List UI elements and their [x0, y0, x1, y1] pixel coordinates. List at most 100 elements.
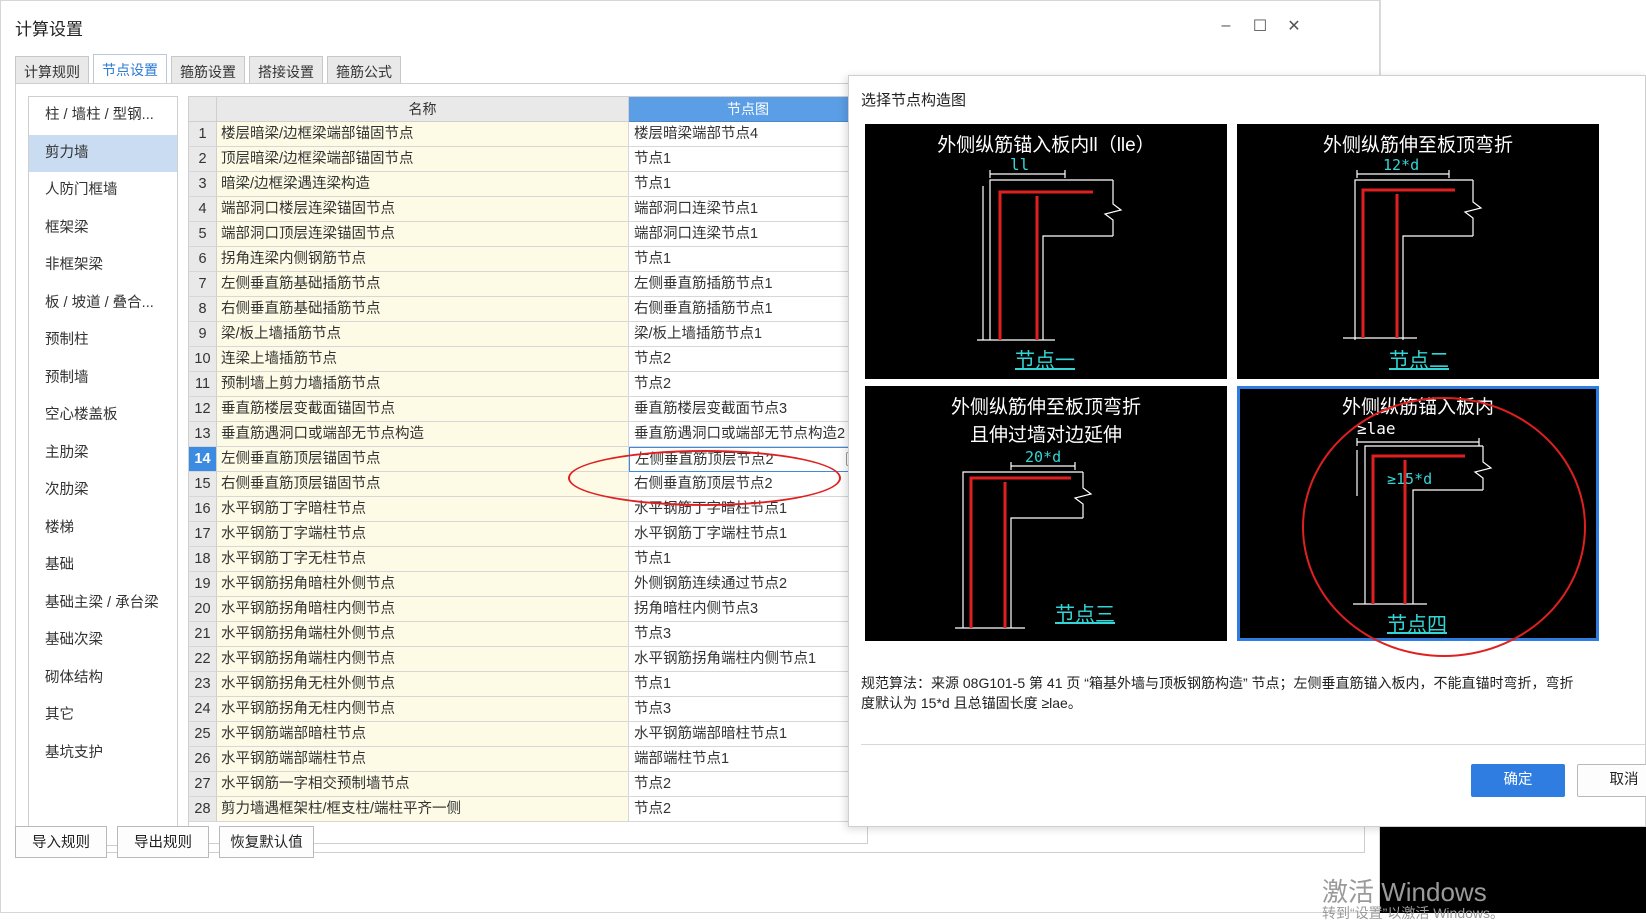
row-name-cell[interactable]: 预制墙上剪力墙插筋节点 [217, 372, 629, 397]
category-item[interactable]: 柱 / 墙柱 / 型钢... [29, 97, 177, 135]
row-number[interactable]: 28 [189, 797, 217, 822]
row-node-cell[interactable]: 垂直筋遇洞口或端部无节点构造2 [629, 422, 867, 447]
node-tile-4[interactable]: 外侧纵筋锚入板内 ≥lae ≥15*d 节点四 [1237, 386, 1599, 641]
category-item[interactable]: 基础 [29, 547, 177, 585]
row-node-cell[interactable]: 水平钢筋丁字端柱节点1 [629, 522, 867, 547]
row-name-cell[interactable]: 暗梁/边框梁遇连梁构造 [217, 172, 629, 197]
category-item[interactable]: 人防门框墙 [29, 172, 177, 210]
cancel-button[interactable]: 取消 [1577, 764, 1646, 797]
row-number[interactable]: 10 [189, 347, 217, 372]
row-number[interactable]: 6 [189, 247, 217, 272]
row-number[interactable]: 5 [189, 222, 217, 247]
category-item[interactable]: 基坑支护 [29, 735, 177, 773]
row-name-cell[interactable]: 剪力墙遇框架柱/框支柱/端柱平齐一侧 [217, 797, 629, 822]
node-tile-3[interactable]: 外侧纵筋伸至板顶弯折 且伸过墙对边延伸 20*d 节点三 [865, 386, 1227, 641]
table-row[interactable]: 27 水平钢筋一字相交预制墙节点 节点2 [189, 772, 867, 797]
row-name-cell[interactable]: 水平钢筋丁字暗柱节点 [217, 497, 629, 522]
row-name-cell[interactable]: 水平钢筋拐角暗柱外侧节点 [217, 572, 629, 597]
row-name-cell[interactable]: 水平钢筋拐角无柱内侧节点 [217, 697, 629, 722]
row-node-cell[interactable]: 节点1 [629, 247, 867, 272]
row-node-cell[interactable]: 节点3 [629, 697, 867, 722]
column-header-node[interactable]: 节点图 [629, 97, 867, 122]
tab-node-settings[interactable]: 节点设置 [93, 54, 167, 84]
node-tile-1[interactable]: 外侧纵筋锚入板内ll（lle） ll 节点一 [865, 124, 1227, 379]
table-row[interactable]: 6 拐角连梁内侧钢筋节点 节点1 [189, 247, 867, 272]
row-name-cell[interactable]: 梁/板上墙插筋节点 [217, 322, 629, 347]
row-node-cell[interactable]: 节点1 [629, 672, 867, 697]
row-node-cell[interactable]: 右侧垂直筋插筋节点1 [629, 297, 867, 322]
row-node-cell[interactable]: 端部端柱节点1 [629, 747, 867, 772]
table-row[interactable]: 17 水平钢筋丁字端柱节点 水平钢筋丁字端柱节点1 [189, 522, 867, 547]
category-item[interactable]: 预制墙 [29, 360, 177, 398]
table-row[interactable]: 11 预制墙上剪力墙插筋节点 节点2 [189, 372, 867, 397]
category-item[interactable]: 基础次梁 [29, 622, 177, 660]
row-node-cell[interactable]: 水平钢筋丁字暗柱节点1 [629, 497, 867, 522]
row-node-cell[interactable]: 右侧垂直筋顶层节点2 [629, 472, 867, 497]
category-item[interactable]: 板 / 坡道 / 叠合... [29, 285, 177, 323]
table-row[interactable]: 15 右侧垂直筋顶层锚固节点 右侧垂直筋顶层节点2 [189, 472, 867, 497]
table-row[interactable]: 24 水平钢筋拐角无柱内侧节点 节点3 [189, 697, 867, 722]
row-number[interactable]: 13 [189, 422, 217, 447]
row-number[interactable]: 8 [189, 297, 217, 322]
row-name-cell[interactable]: 端部洞口楼层连梁锚固节点 [217, 197, 629, 222]
category-item[interactable]: 楼梯 [29, 510, 177, 548]
row-name-cell[interactable]: 连梁上墙插筋节点 [217, 347, 629, 372]
row-name-cell[interactable]: 右侧垂直筋顶层锚固节点 [217, 472, 629, 497]
table-row[interactable]: 12 垂直筋楼层变截面锚固节点 垂直筋楼层变截面节点3 [189, 397, 867, 422]
table-row[interactable]: 16 水平钢筋丁字暗柱节点 水平钢筋丁字暗柱节点1 [189, 497, 867, 522]
row-name-cell[interactable]: 顶层暗梁/边框梁端部锚固节点 [217, 147, 629, 172]
row-number[interactable]: 4 [189, 197, 217, 222]
tab-lap-settings[interactable]: 搭接设置 [249, 56, 323, 84]
row-node-cell[interactable]: 外侧钢筋连续通过节点2 [629, 572, 867, 597]
row-name-cell[interactable]: 左侧垂直筋基础插筋节点 [217, 272, 629, 297]
row-node-cell[interactable]: 端部洞口连梁节点1 [629, 197, 867, 222]
row-number[interactable]: 26 [189, 747, 217, 772]
row-node-cell[interactable]: 水平钢筋端部暗柱节点1 [629, 722, 867, 747]
row-name-cell[interactable]: 水平钢筋一字相交预制墙节点 [217, 772, 629, 797]
row-name-cell[interactable]: 水平钢筋拐角端柱内侧节点 [217, 647, 629, 672]
row-name-cell[interactable]: 楼层暗梁/边框梁端部锚固节点 [217, 122, 629, 147]
row-name-cell[interactable]: 左侧垂直筋顶层锚固节点 [217, 447, 629, 472]
row-number[interactable]: 20 [189, 597, 217, 622]
table-row[interactable]: 26 水平钢筋端部端柱节点 端部端柱节点1 [189, 747, 867, 772]
row-node-cell[interactable]: 节点1 [629, 547, 867, 572]
row-number[interactable]: 15 [189, 472, 217, 497]
row-name-cell[interactable]: 拐角连梁内侧钢筋节点 [217, 247, 629, 272]
table-row[interactable]: 23 水平钢筋拐角无柱外侧节点 节点1 [189, 672, 867, 697]
row-node-cell[interactable]: 垂直筋楼层变截面节点3 [629, 397, 867, 422]
row-node-cell[interactable]: 节点1 [629, 147, 867, 172]
row-node-cell[interactable]: 节点1 [629, 172, 867, 197]
row-number[interactable]: 12 [189, 397, 217, 422]
row-number[interactable]: 16 [189, 497, 217, 522]
table-row[interactable]: 8 右侧垂直筋基础插筋节点 右侧垂直筋插筋节点1 [189, 297, 867, 322]
export-rules-button[interactable]: 导出规则 [117, 826, 209, 858]
table-row[interactable]: 2 顶层暗梁/边框梁端部锚固节点 节点1 [189, 147, 867, 172]
table-row[interactable]: 22 水平钢筋拐角端柱内侧节点 水平钢筋拐角端柱内侧节点1 [189, 647, 867, 672]
table-row[interactable]: 5 端部洞口顶层连梁锚固节点 端部洞口连梁节点1 [189, 222, 867, 247]
table-row[interactable]: 21 水平钢筋拐角端柱外侧节点 节点3 [189, 622, 867, 647]
restore-defaults-button[interactable]: 恢复默认值 [219, 826, 314, 858]
category-item[interactable]: 砌体结构 [29, 660, 177, 698]
table-row[interactable]: 3 暗梁/边框梁遇连梁构造 节点1 [189, 172, 867, 197]
ok-button[interactable]: 确定 [1471, 764, 1565, 797]
row-node-cell[interactable]: 水平钢筋拐角端柱内侧节点1 [629, 647, 867, 672]
row-name-cell[interactable]: 右侧垂直筋基础插筋节点 [217, 297, 629, 322]
table-row[interactable]: 4 端部洞口楼层连梁锚固节点 端部洞口连梁节点1 [189, 197, 867, 222]
row-name-cell[interactable]: 垂直筋楼层变截面锚固节点 [217, 397, 629, 422]
row-number[interactable]: 3 [189, 172, 217, 197]
row-number[interactable]: 9 [189, 322, 217, 347]
row-name-cell[interactable]: 垂直筋遇洞口或端部无节点构造 [217, 422, 629, 447]
row-name-cell[interactable]: 水平钢筋拐角暗柱内侧节点 [217, 597, 629, 622]
minimize-button[interactable]: – [1213, 13, 1239, 39]
category-item[interactable]: 次肋梁 [29, 472, 177, 510]
table-row[interactable]: 28 剪力墙遇框架柱/框支柱/端柱平齐一侧 节点2 [189, 797, 867, 822]
category-item[interactable]: 预制柱 [29, 322, 177, 360]
row-name-cell[interactable]: 水平钢筋拐角无柱外侧节点 [217, 672, 629, 697]
row-name-cell[interactable]: 水平钢筋端部暗柱节点 [217, 722, 629, 747]
table-row[interactable]: 18 水平钢筋丁字无柱节点 节点1 [189, 547, 867, 572]
row-number[interactable]: 18 [189, 547, 217, 572]
row-number[interactable]: 19 [189, 572, 217, 597]
row-node-cell[interactable]: 楼层暗梁端部节点4 [629, 122, 867, 147]
row-node-cell[interactable]: 节点3 [629, 622, 867, 647]
node-tile-2[interactable]: 外侧纵筋伸至板顶弯折 12*d 节点二 [1237, 124, 1599, 379]
